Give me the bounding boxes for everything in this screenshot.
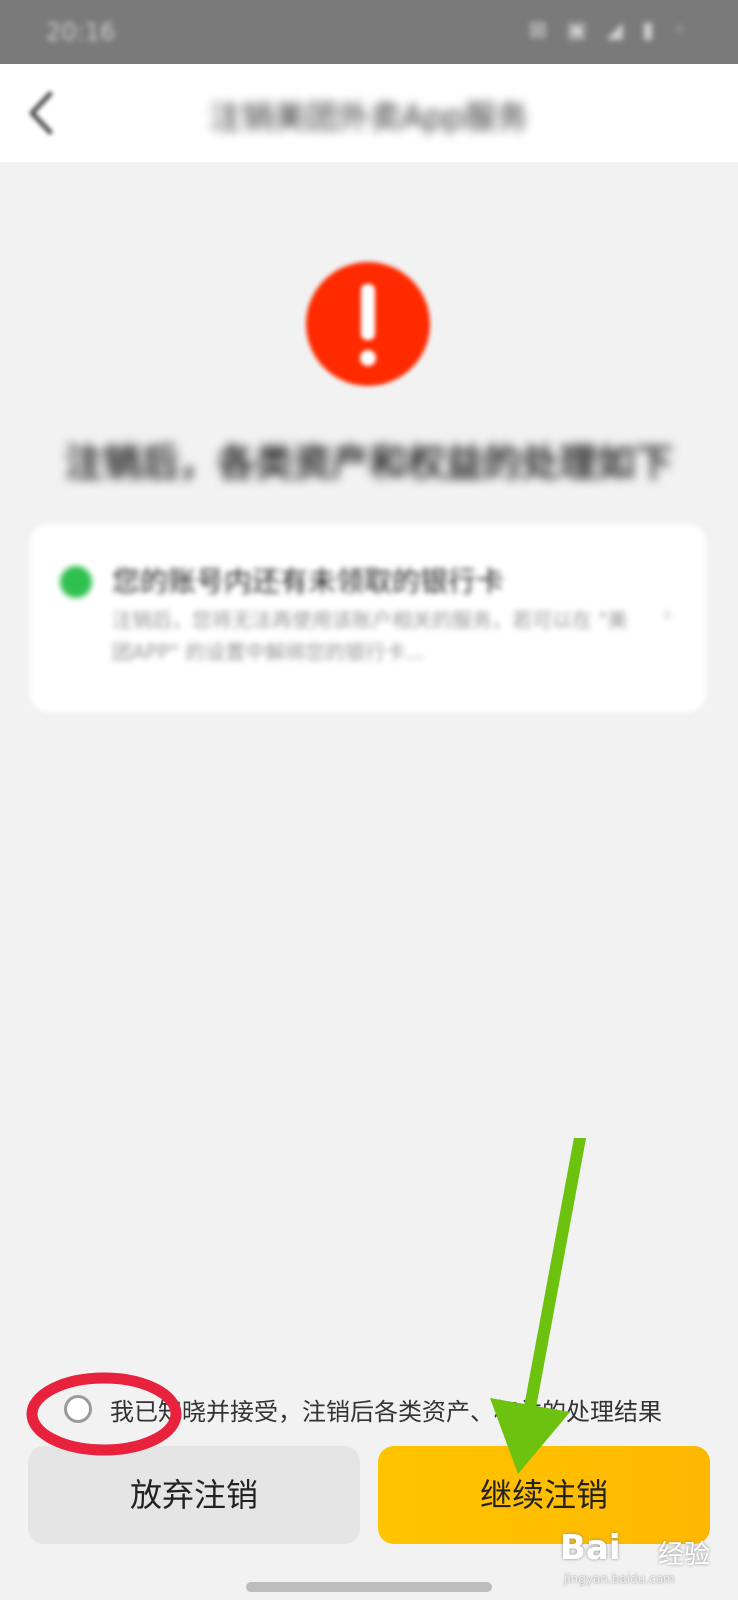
status-dot-icon: [60, 566, 92, 598]
exclamation-icon: [306, 262, 430, 386]
annotation-circle: [26, 1372, 182, 1456]
info-card[interactable]: 您的账号内还有未领取的银行卡 注销后，您将无法再使用该账户相关的服务，若可以在 …: [30, 524, 706, 712]
headline: 注销后，各类资产和权益的处理如下: [64, 441, 673, 485]
status-bar: 20:16 ⊠ ▣ ◢ ▮ ◦: [0, 0, 738, 64]
page-title: 注销美团外卖App服务: [209, 98, 529, 136]
watermark-logo: Bai: [560, 1528, 621, 1568]
status-icons: ⊠ ▣ ◢ ▮ ◦: [528, 18, 692, 43]
chevron-right-icon: ›: [662, 600, 672, 628]
annotation-arrow: [490, 1138, 586, 1474]
watermark: Bai 经验 jingyan.baidu.com: [560, 1520, 730, 1590]
home-indicator: [246, 1582, 492, 1592]
watermark-url: jingyan.baidu.com: [564, 1572, 675, 1586]
card-description: 注销后，您将无法再使用该账户相关的服务，若可以在 "美团APP" 的设置中解绑您…: [112, 608, 628, 664]
watermark-brand: 经验: [658, 1540, 711, 1570]
title-bar: 注销美团外卖App服务: [0, 64, 738, 162]
card-title: 您的账号内还有未领取的银行卡: [112, 565, 505, 598]
status-time: 20:16: [46, 18, 116, 46]
